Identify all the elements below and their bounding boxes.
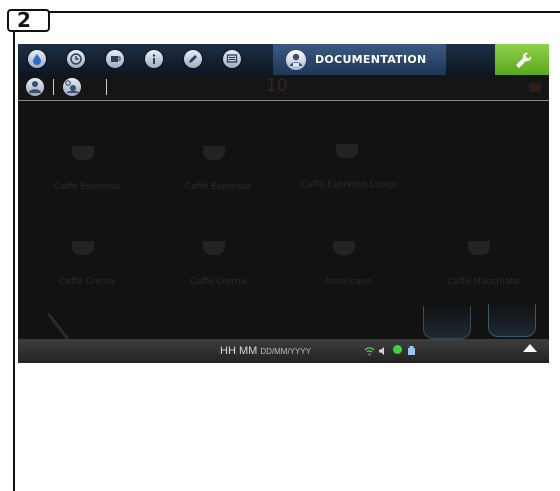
tab-documentation[interactable]: DOCUMENTATION (273, 44, 446, 75)
drink-label: Caffè Crema (189, 277, 246, 287)
drink-button[interactable]: Caffè Crema (32, 241, 142, 301)
top-navigation-bar: DOCUMENTATION (18, 44, 549, 75)
faint-counter: 10 (266, 76, 288, 96)
drink-label: Caffè Crema (58, 277, 115, 287)
separator (106, 79, 107, 95)
cup-icon (203, 146, 225, 160)
cup-icon (336, 144, 358, 158)
info-icon[interactable] (145, 50, 163, 68)
cup-icon (72, 146, 94, 160)
clock-display: HH MM DD/MM/YYYY (220, 345, 311, 357)
date-value: DD/MM/YYYY (260, 347, 312, 356)
machine-screen: DOCUMENTATION 10 Caffè Espresso Caffè Es… (18, 44, 549, 363)
separator (53, 79, 54, 95)
drink-button[interactable]: Caffè Crema (163, 241, 273, 301)
usb-icon (408, 346, 415, 355)
cup-icon (203, 241, 225, 255)
drink-button[interactable]: Caffè Espresso Lungo (286, 144, 412, 204)
drink-button[interactable]: Caffè Macchiato (428, 241, 538, 301)
milk-jug-left (423, 306, 471, 339)
display-icon[interactable] (223, 50, 241, 68)
drink-button[interactable]: Americano (293, 241, 403, 301)
operator-person-icon[interactable] (26, 78, 44, 96)
drink-label: Caffè Espresso Lungo (300, 180, 398, 190)
milk-jug-right (488, 304, 536, 337)
cup-icon (333, 241, 355, 255)
status-bar: HH MM DD/MM/YYYY (18, 339, 549, 363)
wifi-icon (364, 347, 375, 356)
cup-icon[interactable] (106, 50, 124, 68)
drink-button[interactable]: Caffè Espresso (32, 146, 142, 206)
tab-documentation-label: DOCUMENTATION (315, 53, 427, 66)
status-dot-icon (393, 345, 402, 354)
drink-button[interactable]: Caffè Espresso (163, 146, 273, 206)
cup-icon (468, 241, 490, 255)
pencil-icon[interactable] (184, 50, 202, 68)
documentation-person-icon (286, 50, 306, 70)
time-value: HH MM (220, 345, 258, 357)
wrench-icon (516, 52, 531, 68)
water-drop-icon[interactable] (28, 50, 46, 68)
settings-button[interactable] (495, 44, 549, 75)
faint-indicator (529, 83, 541, 92)
cup-icon (72, 241, 94, 255)
expand-up-arrow-icon[interactable] (523, 344, 537, 352)
speaker-icon (379, 347, 384, 355)
drink-label: Caffè Espresso (53, 182, 121, 192)
clock-icon[interactable] (67, 50, 85, 68)
drink-label: Caffè Espresso (184, 182, 252, 192)
step-number-badge: 2 (7, 9, 50, 32)
technician-gears-icon[interactable] (63, 78, 81, 96)
drink-label: Caffè Macchiato (446, 277, 520, 287)
drink-label: Americano (323, 277, 373, 287)
